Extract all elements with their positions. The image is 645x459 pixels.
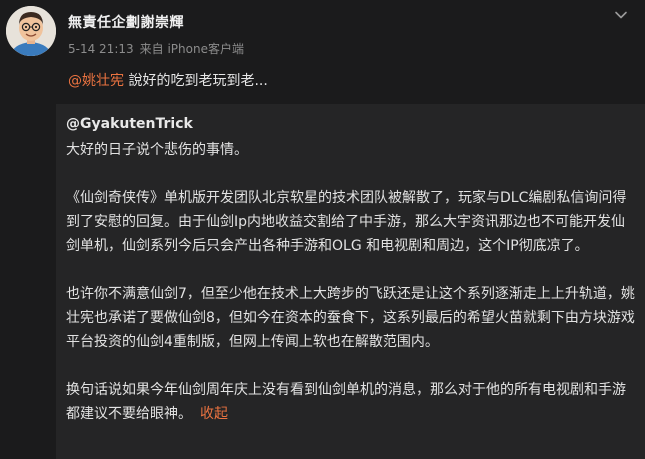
comment-text: 說好的吃到老玩到老... — [124, 73, 268, 89]
post-comment: @姚壮宪 說好的吃到老玩到老... — [68, 70, 268, 90]
repost-paragraph: 大好的日子说个悲伤的事情。 — [66, 142, 248, 158]
post-date[interactable]: 5-14 21:13 — [68, 42, 134, 56]
collapse-link[interactable]: 收起 — [200, 406, 228, 422]
repost-paragraph-text: 换句话说如果今年仙剑周年庆上没有看到仙剑单机的消息，那么对于他的所有电视剧和手游… — [66, 382, 626, 422]
repost-paragraph-last: 换句话说如果今年仙剑周年庆上没有看到仙剑单机的消息，那么对于他的所有电视剧和手游… — [66, 378, 638, 426]
repost-box[interactable]: @GyakutenTrick 大好的日子说个悲伤的事情。 《仙剑奇侠传》单机版开… — [56, 104, 645, 459]
avatar-image — [6, 6, 56, 56]
repost-paragraph: 《仙剑奇侠传》单机版开发团队北京软星的技术团队被解散了，玩家与DLC编剧私信询问… — [66, 190, 627, 254]
repost-author[interactable]: @GyakutenTrick — [66, 114, 645, 134]
mention-link[interactable]: @姚壮宪 — [68, 73, 124, 89]
more-options-button[interactable] — [607, 6, 635, 24]
chevron-down-icon — [615, 11, 627, 19]
post-meta: 5-14 21:13 来自 iPhone客户端 — [68, 40, 244, 57]
author-name[interactable]: 無責任企劃謝崇輝 — [68, 12, 184, 32]
post-source: 来自 iPhone客户端 — [139, 42, 244, 56]
weibo-post: 無責任企劃謝崇輝 5-14 21:13 来自 iPhone客户端 @姚壮宪 說好的… — [0, 0, 645, 459]
repost-paragraph: 也许你不满意仙剑7，但至少他在技术上大跨步的飞跃还是让这个系列逐渐走上上升轨道，… — [66, 286, 635, 350]
avatar[interactable] — [6, 6, 56, 56]
